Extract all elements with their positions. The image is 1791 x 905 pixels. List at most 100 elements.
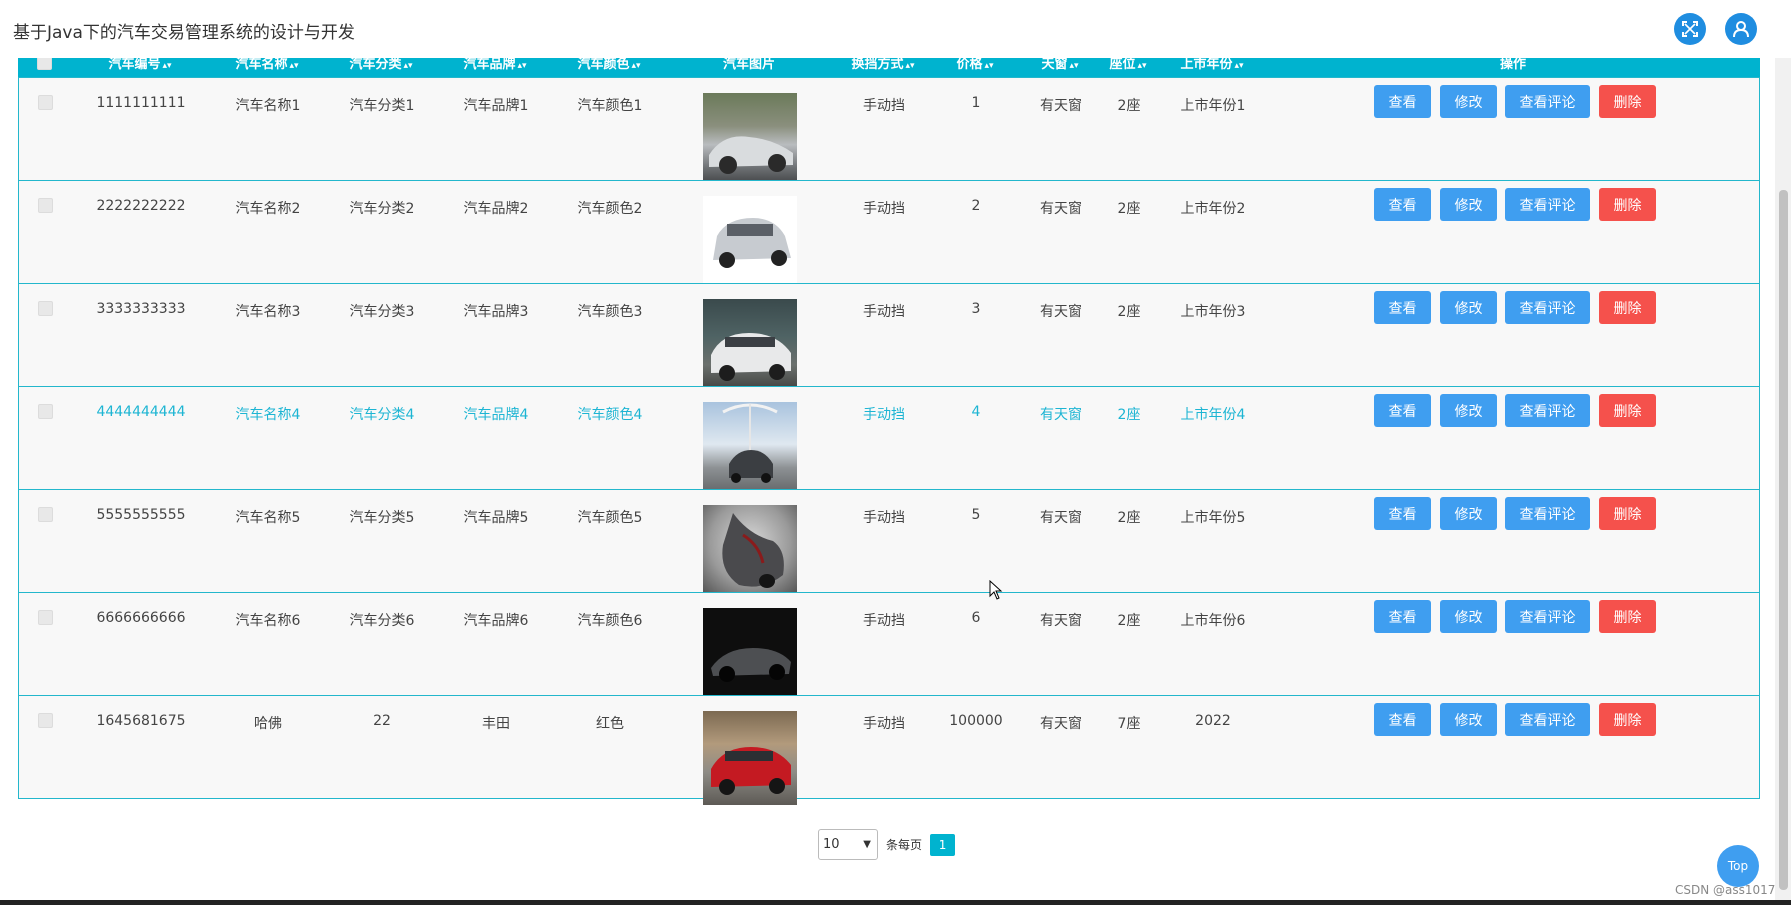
delete-button[interactable]: 删除 bbox=[1599, 85, 1656, 118]
cell-name: 汽车名称2 bbox=[235, 201, 301, 217]
cell-code: 6666666666 bbox=[96, 610, 186, 626]
edit-button[interactable]: 修改 bbox=[1440, 188, 1497, 221]
cell-price: 100000 bbox=[949, 713, 1003, 729]
car-image bbox=[703, 93, 797, 187]
vertical-scrollbar[interactable] bbox=[1775, 0, 1791, 900]
user-button[interactable] bbox=[1725, 13, 1757, 45]
car-image bbox=[703, 402, 797, 496]
delete-button[interactable]: 删除 bbox=[1599, 497, 1656, 530]
edit-button[interactable]: 修改 bbox=[1440, 703, 1497, 736]
table-row: 1645681675 哈佛 22 丰田 红色 手动挡 100000 有天窗 7座… bbox=[18, 695, 1760, 805]
cell-brand: 汽车品牌1 bbox=[463, 98, 529, 114]
cell-gear: 手动挡 bbox=[863, 201, 905, 217]
cell-seats: 2座 bbox=[1117, 407, 1141, 423]
app-title: 基于Java下的汽车交易管理系统的设计与开发 bbox=[13, 23, 355, 43]
car-image bbox=[703, 299, 797, 393]
view-button[interactable]: 查看 bbox=[1374, 703, 1431, 736]
table-row: 5555555555 汽车名称5 汽车分类5 汽车品牌5 汽车颜色5 手动挡 5… bbox=[18, 489, 1760, 599]
edit-button[interactable]: 修改 bbox=[1440, 291, 1497, 324]
cell-code: 1645681675 bbox=[96, 713, 186, 729]
page-button-current[interactable]: 1 bbox=[930, 833, 956, 856]
cell-color: 汽车颜色3 bbox=[577, 304, 643, 320]
view-comments-button[interactable]: 查看评论 bbox=[1505, 291, 1590, 324]
fullscreen-button[interactable] bbox=[1674, 13, 1706, 45]
cell-gear: 手动挡 bbox=[863, 407, 905, 423]
car-image bbox=[703, 196, 797, 290]
row-checkbox[interactable] bbox=[38, 610, 53, 625]
cell-year: 上市年份1 bbox=[1180, 98, 1246, 114]
cell-seats: 2座 bbox=[1117, 304, 1141, 320]
delete-button[interactable]: 删除 bbox=[1599, 703, 1656, 736]
edit-button[interactable]: 修改 bbox=[1440, 394, 1497, 427]
car-image bbox=[703, 608, 797, 702]
bottom-border bbox=[0, 900, 1791, 905]
edit-button[interactable]: 修改 bbox=[1440, 600, 1497, 633]
view-button[interactable]: 查看 bbox=[1374, 85, 1431, 118]
cell-gear: 手动挡 bbox=[863, 98, 905, 114]
view-button[interactable]: 查看 bbox=[1374, 291, 1431, 324]
view-button[interactable]: 查看 bbox=[1374, 600, 1431, 633]
scrollbar-thumb[interactable] bbox=[1779, 190, 1788, 890]
view-comments-button[interactable]: 查看评论 bbox=[1505, 394, 1590, 427]
cell-color: 汽车颜色5 bbox=[577, 510, 643, 526]
cell-price: 1 bbox=[971, 95, 981, 111]
edit-button[interactable]: 修改 bbox=[1440, 85, 1497, 118]
cell-gear: 手动挡 bbox=[863, 304, 905, 320]
cell-name: 汽车名称4 bbox=[235, 407, 301, 423]
cell-price: 2 bbox=[971, 198, 981, 214]
row-checkbox[interactable] bbox=[38, 95, 53, 110]
cell-seats: 2座 bbox=[1117, 510, 1141, 526]
delete-button[interactable]: 删除 bbox=[1599, 188, 1656, 221]
table-row: 6666666666 汽车名称6 汽车分类6 汽车品牌6 汽车颜色6 手动挡 6… bbox=[18, 592, 1760, 702]
watermark: CSDN @ass1017 bbox=[1675, 883, 1776, 897]
table-row: 2222222222 汽车名称2 汽车分类2 汽车品牌2 汽车颜色2 手动挡 2… bbox=[18, 180, 1760, 290]
cell-name: 汽车名称1 bbox=[235, 98, 301, 114]
view-button[interactable]: 查看 bbox=[1374, 394, 1431, 427]
view-button[interactable]: 查看 bbox=[1374, 497, 1431, 530]
view-button[interactable]: 查看 bbox=[1374, 188, 1431, 221]
cell-seats: 7座 bbox=[1117, 716, 1141, 732]
delete-button[interactable]: 删除 bbox=[1599, 394, 1656, 427]
cell-seats: 2座 bbox=[1117, 201, 1141, 217]
row-checkbox[interactable] bbox=[38, 198, 53, 213]
row-checkbox[interactable] bbox=[38, 713, 53, 728]
view-comments-button[interactable]: 查看评论 bbox=[1505, 703, 1590, 736]
pagination: 10 ▼ 条每页 1 bbox=[818, 829, 956, 860]
cell-name: 汽车名称5 bbox=[235, 510, 301, 526]
delete-button[interactable]: 删除 bbox=[1599, 291, 1656, 324]
mouse-cursor-icon bbox=[989, 580, 1003, 600]
cell-category: 汽车分类2 bbox=[349, 201, 415, 217]
table-row: 3333333333 汽车名称3 汽车分类3 汽车品牌3 汽车颜色3 手动挡 3… bbox=[18, 283, 1760, 393]
row-checkbox[interactable] bbox=[38, 301, 53, 316]
cell-year: 上市年份5 bbox=[1180, 510, 1246, 526]
back-to-top-button[interactable]: Top bbox=[1717, 845, 1759, 887]
cell-gear: 手动挡 bbox=[863, 510, 905, 526]
cell-code: 3333333333 bbox=[96, 301, 186, 317]
page-size-value: 10 bbox=[823, 837, 840, 852]
cell-sunroof: 有天窗 bbox=[1040, 201, 1082, 217]
cell-category: 汽车分类5 bbox=[349, 510, 415, 526]
cell-code: 1111111111 bbox=[96, 95, 186, 111]
row-checkbox[interactable] bbox=[38, 404, 53, 419]
cell-code: 4444444444 bbox=[96, 404, 186, 420]
view-comments-button[interactable]: 查看评论 bbox=[1505, 600, 1590, 633]
cell-category: 汽车分类6 bbox=[349, 613, 415, 629]
page-size-select[interactable]: 10 ▼ bbox=[818, 829, 878, 860]
delete-button[interactable]: 删除 bbox=[1599, 600, 1656, 633]
cell-color: 红色 bbox=[596, 716, 624, 732]
per-page-label: 条每页 bbox=[886, 838, 923, 852]
edit-button[interactable]: 修改 bbox=[1440, 497, 1497, 530]
view-comments-button[interactable]: 查看评论 bbox=[1505, 85, 1590, 118]
cell-year: 上市年份2 bbox=[1180, 201, 1246, 217]
cell-name: 哈佛 bbox=[254, 716, 282, 732]
view-comments-button[interactable]: 查看评论 bbox=[1505, 188, 1590, 221]
cell-sunroof: 有天窗 bbox=[1040, 98, 1082, 114]
cell-color: 汽车颜色4 bbox=[577, 407, 643, 423]
cell-name: 汽车名称6 bbox=[235, 613, 301, 629]
view-comments-button[interactable]: 查看评论 bbox=[1505, 497, 1590, 530]
car-image bbox=[703, 505, 797, 599]
cell-sunroof: 有天窗 bbox=[1040, 304, 1082, 320]
cell-year: 上市年份3 bbox=[1180, 304, 1246, 320]
row-checkbox[interactable] bbox=[38, 507, 53, 522]
cell-gear: 手动挡 bbox=[863, 613, 905, 629]
